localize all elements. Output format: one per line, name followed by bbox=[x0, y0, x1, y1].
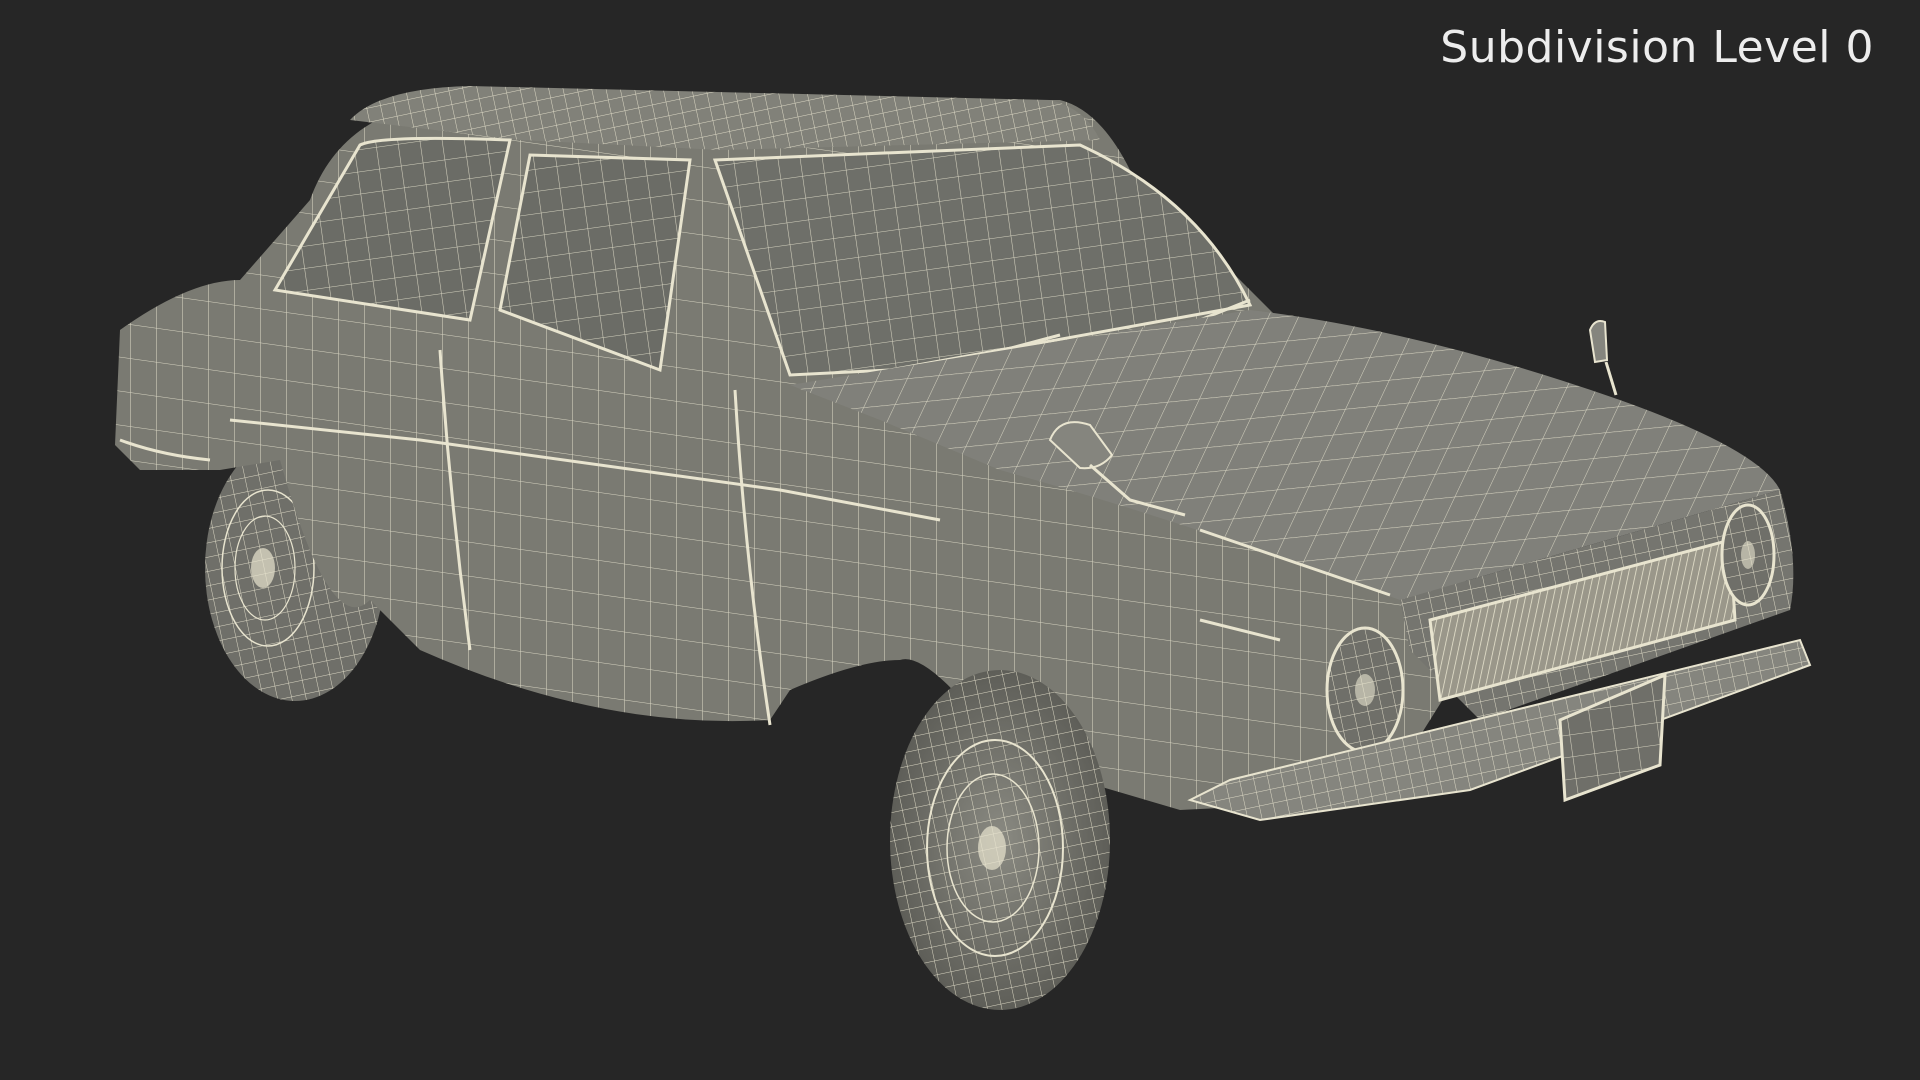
render-viewport: Subdivision Level 0 bbox=[0, 0, 1920, 1080]
right-side-mirror bbox=[1588, 320, 1618, 396]
left-headlight bbox=[1325, 626, 1405, 754]
front-wheel bbox=[890, 670, 1110, 1010]
right-headlight bbox=[1720, 503, 1776, 607]
subdivision-level-label: Subdivision Level 0 bbox=[1440, 22, 1874, 73]
rear-side-window bbox=[272, 136, 512, 322]
wireframe-car-model-icon bbox=[115, 86, 1812, 1010]
